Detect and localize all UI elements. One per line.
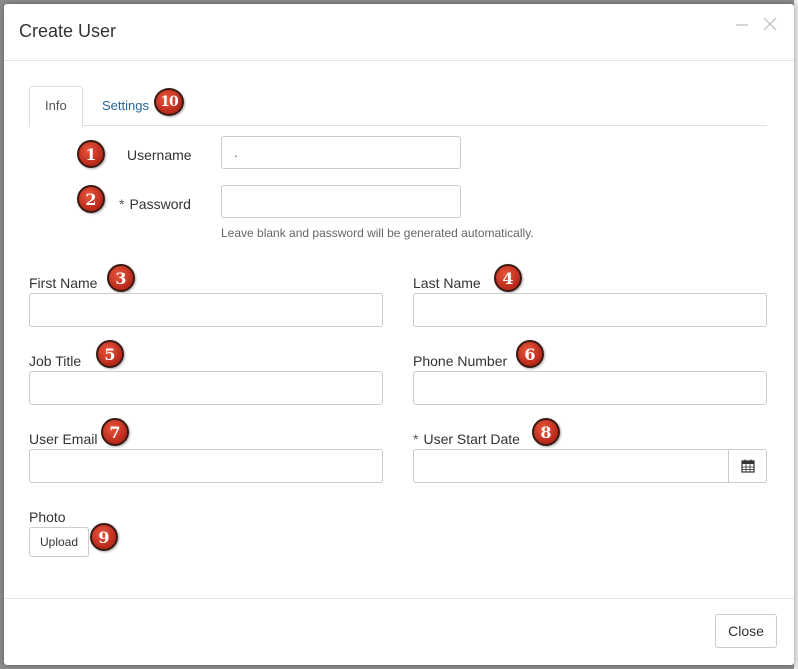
first-name-label: First Name — [29, 275, 98, 291]
background-page-right — [794, 0, 798, 669]
annotation-badge-4: 4 — [494, 264, 522, 292]
user-email-label: User Email — [29, 431, 98, 447]
photo-label: Photo — [29, 509, 66, 525]
date-picker-button[interactable] — [728, 449, 767, 483]
job-title-label: Job Title — [29, 353, 82, 369]
upload-button[interactable]: Upload — [29, 527, 89, 557]
password-help-text: Leave blank and password will be generat… — [221, 226, 534, 240]
create-user-modal: Create User Info Settings 10 1 Username … — [4, 4, 794, 665]
annotation-badge-6: 6 — [516, 340, 544, 368]
required-mark: * — [413, 431, 419, 447]
tab-settings[interactable]: Settings — [86, 86, 165, 126]
user-start-date-label-text: User Start Date — [423, 431, 520, 447]
annotation-badge-1: 1 — [77, 140, 105, 168]
annotation-badge-7: 7 — [101, 418, 129, 446]
modal-header: Create User — [4, 4, 794, 61]
last-name-label: Last Name — [413, 275, 481, 291]
user-start-date-input[interactable] — [413, 449, 729, 483]
last-name-input[interactable] — [413, 293, 767, 327]
annotation-badge-8: 8 — [532, 418, 560, 446]
annotation-badge-9: 9 — [90, 523, 118, 551]
minimize-icon[interactable] — [731, 14, 753, 36]
tab-info[interactable]: Info — [29, 86, 83, 127]
password-input[interactable] — [221, 185, 461, 218]
password-label-text: Password — [129, 196, 191, 212]
required-mark: * — [119, 196, 125, 212]
password-label: * Password — [119, 196, 191, 212]
close-icon[interactable] — [759, 14, 781, 36]
username-input[interactable] — [221, 136, 461, 169]
modal-title: Create User — [19, 21, 117, 41]
modal-footer — [4, 598, 794, 666]
annotation-badge-3: 3 — [107, 264, 135, 292]
calendar-icon — [740, 459, 755, 473]
annotation-badge-2: 2 — [77, 185, 105, 213]
tab-bar: Info Settings — [29, 86, 767, 127]
annotation-badge-5: 5 — [96, 340, 124, 368]
phone-number-label: Phone Number — [413, 353, 508, 369]
first-name-input[interactable] — [29, 293, 383, 327]
user-email-input[interactable] — [29, 449, 383, 483]
phone-number-input[interactable] — [413, 371, 767, 405]
annotation-badge-10: 10 — [154, 88, 184, 116]
job-title-input[interactable] — [29, 371, 383, 405]
username-label: Username — [127, 147, 192, 163]
user-start-date-label: * User Start Date — [413, 431, 520, 447]
close-button[interactable]: Close — [715, 614, 777, 648]
